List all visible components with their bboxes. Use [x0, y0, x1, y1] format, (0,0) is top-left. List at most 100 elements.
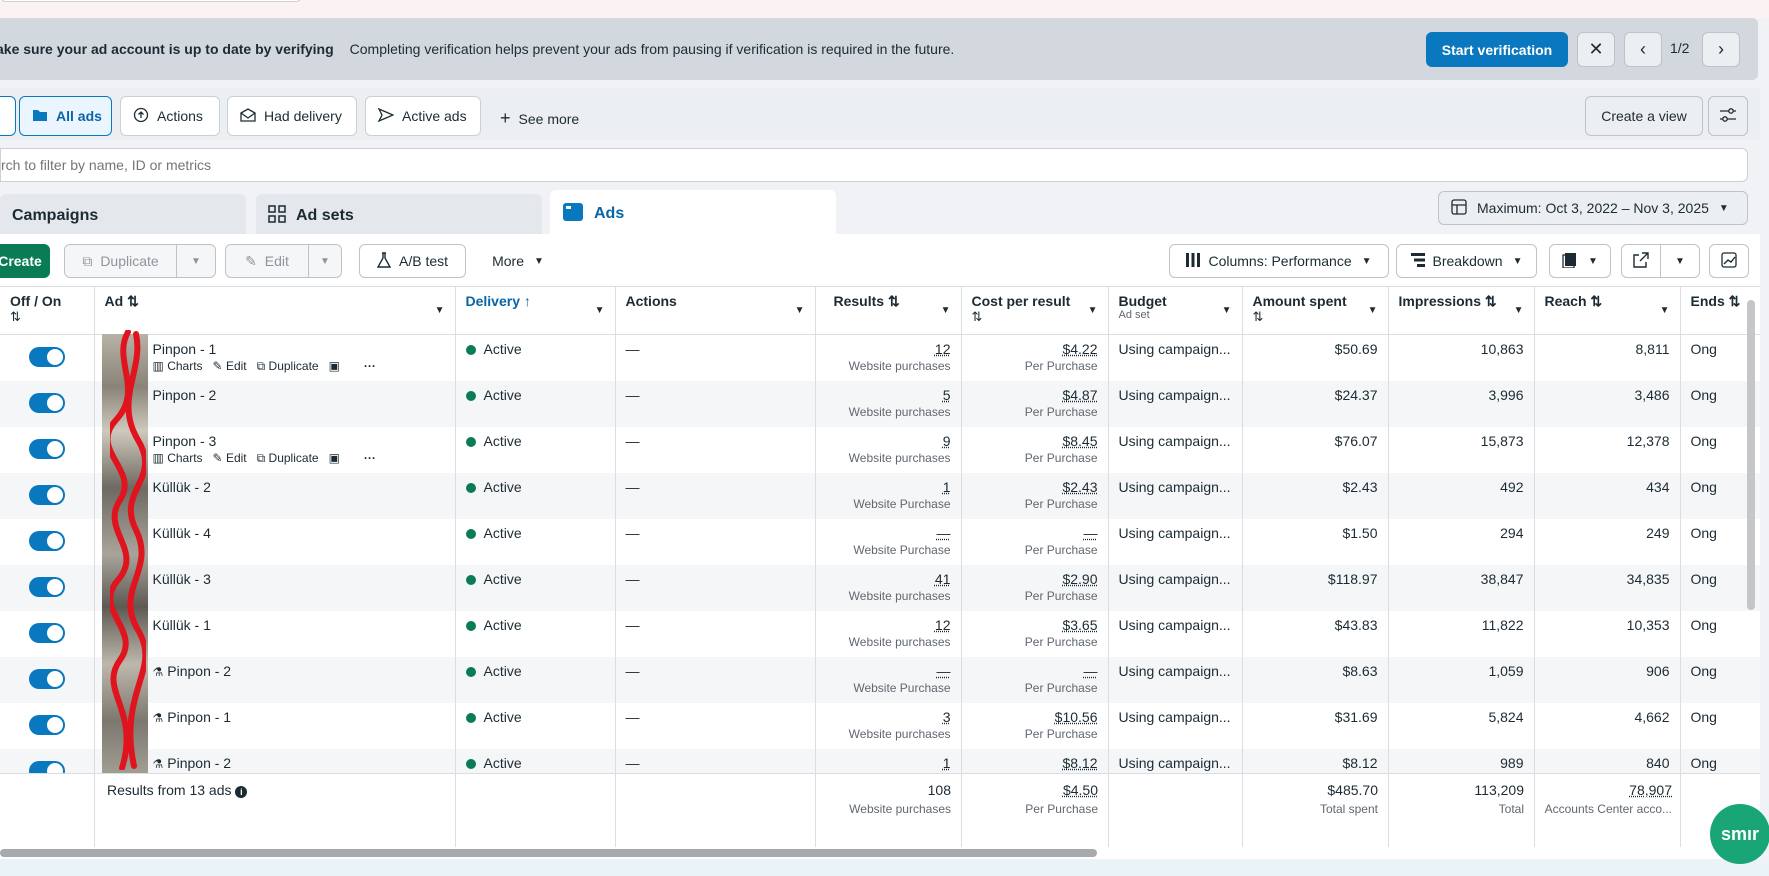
- horizontal-scroll-thumb[interactable]: [0, 849, 1097, 857]
- results-value[interactable]: 1: [943, 755, 951, 771]
- trend-chart-button[interactable]: [1709, 244, 1749, 278]
- results-value[interactable]: 3: [943, 709, 951, 725]
- create-view-button[interactable]: Create a view: [1585, 96, 1703, 136]
- more-options-icon[interactable]: ···: [364, 451, 376, 466]
- cpr-value[interactable]: $8.12: [1062, 755, 1097, 771]
- edit-dropdown[interactable]: ▼: [308, 244, 342, 278]
- tab-campaigns[interactable]: Campaigns: [0, 194, 246, 238]
- see-more-button[interactable]: + See more: [500, 108, 579, 129]
- cpr-value[interactable]: $2.43: [1062, 479, 1097, 495]
- filter-pill-all-ads[interactable]: All ads: [19, 96, 112, 136]
- ad-name[interactable]: Pinpon - 3: [153, 433, 445, 449]
- ad-on-off-toggle[interactable]: [28, 438, 65, 459]
- ad-on-off-toggle[interactable]: [28, 392, 65, 413]
- results-value[interactable]: 12: [935, 617, 951, 633]
- summary-value[interactable]: 78,907: [1629, 782, 1672, 798]
- ad-name[interactable]: Pinpon - 1: [153, 341, 445, 357]
- row-charts-action[interactable]: ▥ Charts: [153, 359, 203, 374]
- summary-value[interactable]: $4.50: [1063, 782, 1098, 798]
- col-cost-per-result[interactable]: Cost per result ⇅ ▼: [961, 286, 1109, 335]
- col-amount-spent[interactable]: Amount spent ⇅ ▼: [1242, 286, 1389, 335]
- ab-test-button[interactable]: A/B test: [359, 244, 466, 278]
- top-input[interactable]: [0, 0, 302, 2]
- cpr-value[interactable]: —: [1084, 663, 1098, 679]
- col-results[interactable]: Results ⇅ ▼: [815, 286, 962, 335]
- filter-pill-active-ads[interactable]: Active ads: [365, 96, 481, 136]
- horizontal-scrollbar[interactable]: [0, 847, 1760, 859]
- row-edit-action[interactable]: ✎ Edit: [213, 359, 247, 374]
- ad-name[interactable]: Küllük - 1: [153, 617, 445, 633]
- duplicate-button[interactable]: ⧉ Duplicate: [64, 244, 177, 278]
- create-button[interactable]: Create: [0, 244, 50, 278]
- ad-on-off-toggle[interactable]: [28, 576, 65, 597]
- export-dropdown[interactable]: ▼: [1660, 244, 1700, 278]
- cpr-value[interactable]: $2.90: [1062, 571, 1097, 587]
- ad-on-off-toggle[interactable]: [28, 347, 65, 367]
- close-banner-button[interactable]: ✕: [1577, 32, 1615, 67]
- cpr-value[interactable]: $4.22: [1062, 341, 1097, 357]
- edit-button[interactable]: ✎ Edit: [225, 244, 309, 278]
- ad-name[interactable]: ⚗ Pinpon - 2: [153, 663, 445, 679]
- ad-name[interactable]: Küllük - 3: [153, 571, 445, 587]
- col-impressions[interactable]: Impressions ⇅ ▼: [1388, 286, 1535, 335]
- row-edit-action[interactable]: ✎ Edit: [213, 451, 247, 466]
- filter-pill-hidden[interactable]: [0, 96, 16, 136]
- next-banner-button[interactable]: ›: [1702, 32, 1740, 67]
- results-value[interactable]: 12: [935, 341, 951, 357]
- col-off-on[interactable]: Off / On ⇅: [0, 286, 95, 335]
- col-actions[interactable]: Actions ▼: [615, 286, 816, 335]
- table-row[interactable]: ⚗ Pinpon - 2 Active — — Website Purchase —…: [0, 656, 1760, 703]
- col-reach[interactable]: Reach ⇅ ▼: [1534, 286, 1681, 335]
- tab-ads[interactable]: Ads: [550, 190, 836, 238]
- prev-banner-button[interactable]: ‹: [1624, 32, 1662, 67]
- breakdown-button[interactable]: Breakdown ▼: [1396, 244, 1537, 278]
- col-ad[interactable]: Ad ⇅ ▼: [94, 286, 456, 335]
- ad-on-off-toggle[interactable]: [28, 530, 65, 551]
- ad-on-off-toggle[interactable]: [28, 668, 65, 689]
- start-verification-button[interactable]: Start verification: [1426, 32, 1568, 67]
- ad-name[interactable]: Küllük - 2: [153, 479, 445, 495]
- ad-on-off-toggle[interactable]: [28, 760, 65, 774]
- table-row[interactable]: Küllük - 3 Active — 41 Website purchases …: [0, 564, 1760, 611]
- chat-widget-button[interactable]: smır: [1710, 804, 1769, 864]
- results-value[interactable]: —: [937, 525, 951, 541]
- cpr-value[interactable]: —: [1084, 525, 1098, 541]
- results-value[interactable]: 9: [943, 433, 951, 449]
- row-charts-action[interactable]: ▥ Charts: [153, 451, 203, 466]
- view-settings-button[interactable]: [1708, 96, 1748, 136]
- results-value[interactable]: —: [937, 663, 951, 679]
- cpr-value[interactable]: $4.87: [1062, 387, 1097, 403]
- results-value[interactable]: 5: [943, 387, 951, 403]
- tab-ad-sets[interactable]: Ad sets: [256, 194, 542, 238]
- table-row[interactable]: ⚗ Pinpon - 1 Active — 3 Website purchases …: [0, 702, 1760, 749]
- more-options-icon[interactable]: ···: [364, 359, 376, 374]
- table-row[interactable]: ⚗ Pinpon - 2 Active — 1 $8.12 Using campa…: [0, 748, 1760, 774]
- reports-button[interactable]: ▼: [1549, 244, 1611, 278]
- filter-pill-had-delivery[interactable]: Had delivery: [227, 96, 357, 136]
- ad-on-off-toggle[interactable]: [28, 484, 65, 505]
- results-value[interactable]: 1: [943, 479, 951, 495]
- results-value[interactable]: 41: [935, 571, 951, 587]
- filter-pill-actions[interactable]: Actions: [120, 96, 220, 136]
- row-duplicate-action[interactable]: ⧉ Duplicate: [257, 359, 319, 374]
- table-row[interactable]: Küllük - 4 Active — — Website Purchase — P…: [0, 518, 1760, 565]
- info-icon[interactable]: i: [235, 786, 248, 798]
- row-duplicate-action[interactable]: ⧉ Duplicate: [257, 451, 319, 466]
- search-input[interactable]: [0, 148, 1748, 182]
- cpr-value[interactable]: $10.56: [1055, 709, 1098, 725]
- more-button[interactable]: More ▼: [476, 244, 560, 278]
- ad-name[interactable]: Pinpon - 2: [153, 387, 445, 403]
- table-row[interactable]: Pinpon - 1 ▥ Charts ✎ Edit ⧉ Duplicate ▣…: [0, 334, 1760, 381]
- export-button[interactable]: [1621, 244, 1661, 278]
- ad-on-off-toggle[interactable]: [28, 622, 65, 643]
- preview-icon[interactable]: ▣: [329, 359, 340, 374]
- col-budget[interactable]: Budget Ad set ▼: [1108, 286, 1243, 335]
- ad-on-off-toggle[interactable]: [28, 714, 65, 735]
- vertical-scrollbar[interactable]: [1747, 300, 1755, 610]
- cpr-value[interactable]: $8.45: [1062, 433, 1097, 449]
- preview-icon[interactable]: ▣: [329, 451, 340, 466]
- ad-name[interactable]: Küllük - 4: [153, 525, 445, 541]
- duplicate-dropdown[interactable]: ▼: [176, 244, 216, 278]
- columns-button[interactable]: Columns: Performance ▼: [1169, 244, 1389, 278]
- col-delivery[interactable]: Delivery ↑ ▼: [455, 286, 616, 335]
